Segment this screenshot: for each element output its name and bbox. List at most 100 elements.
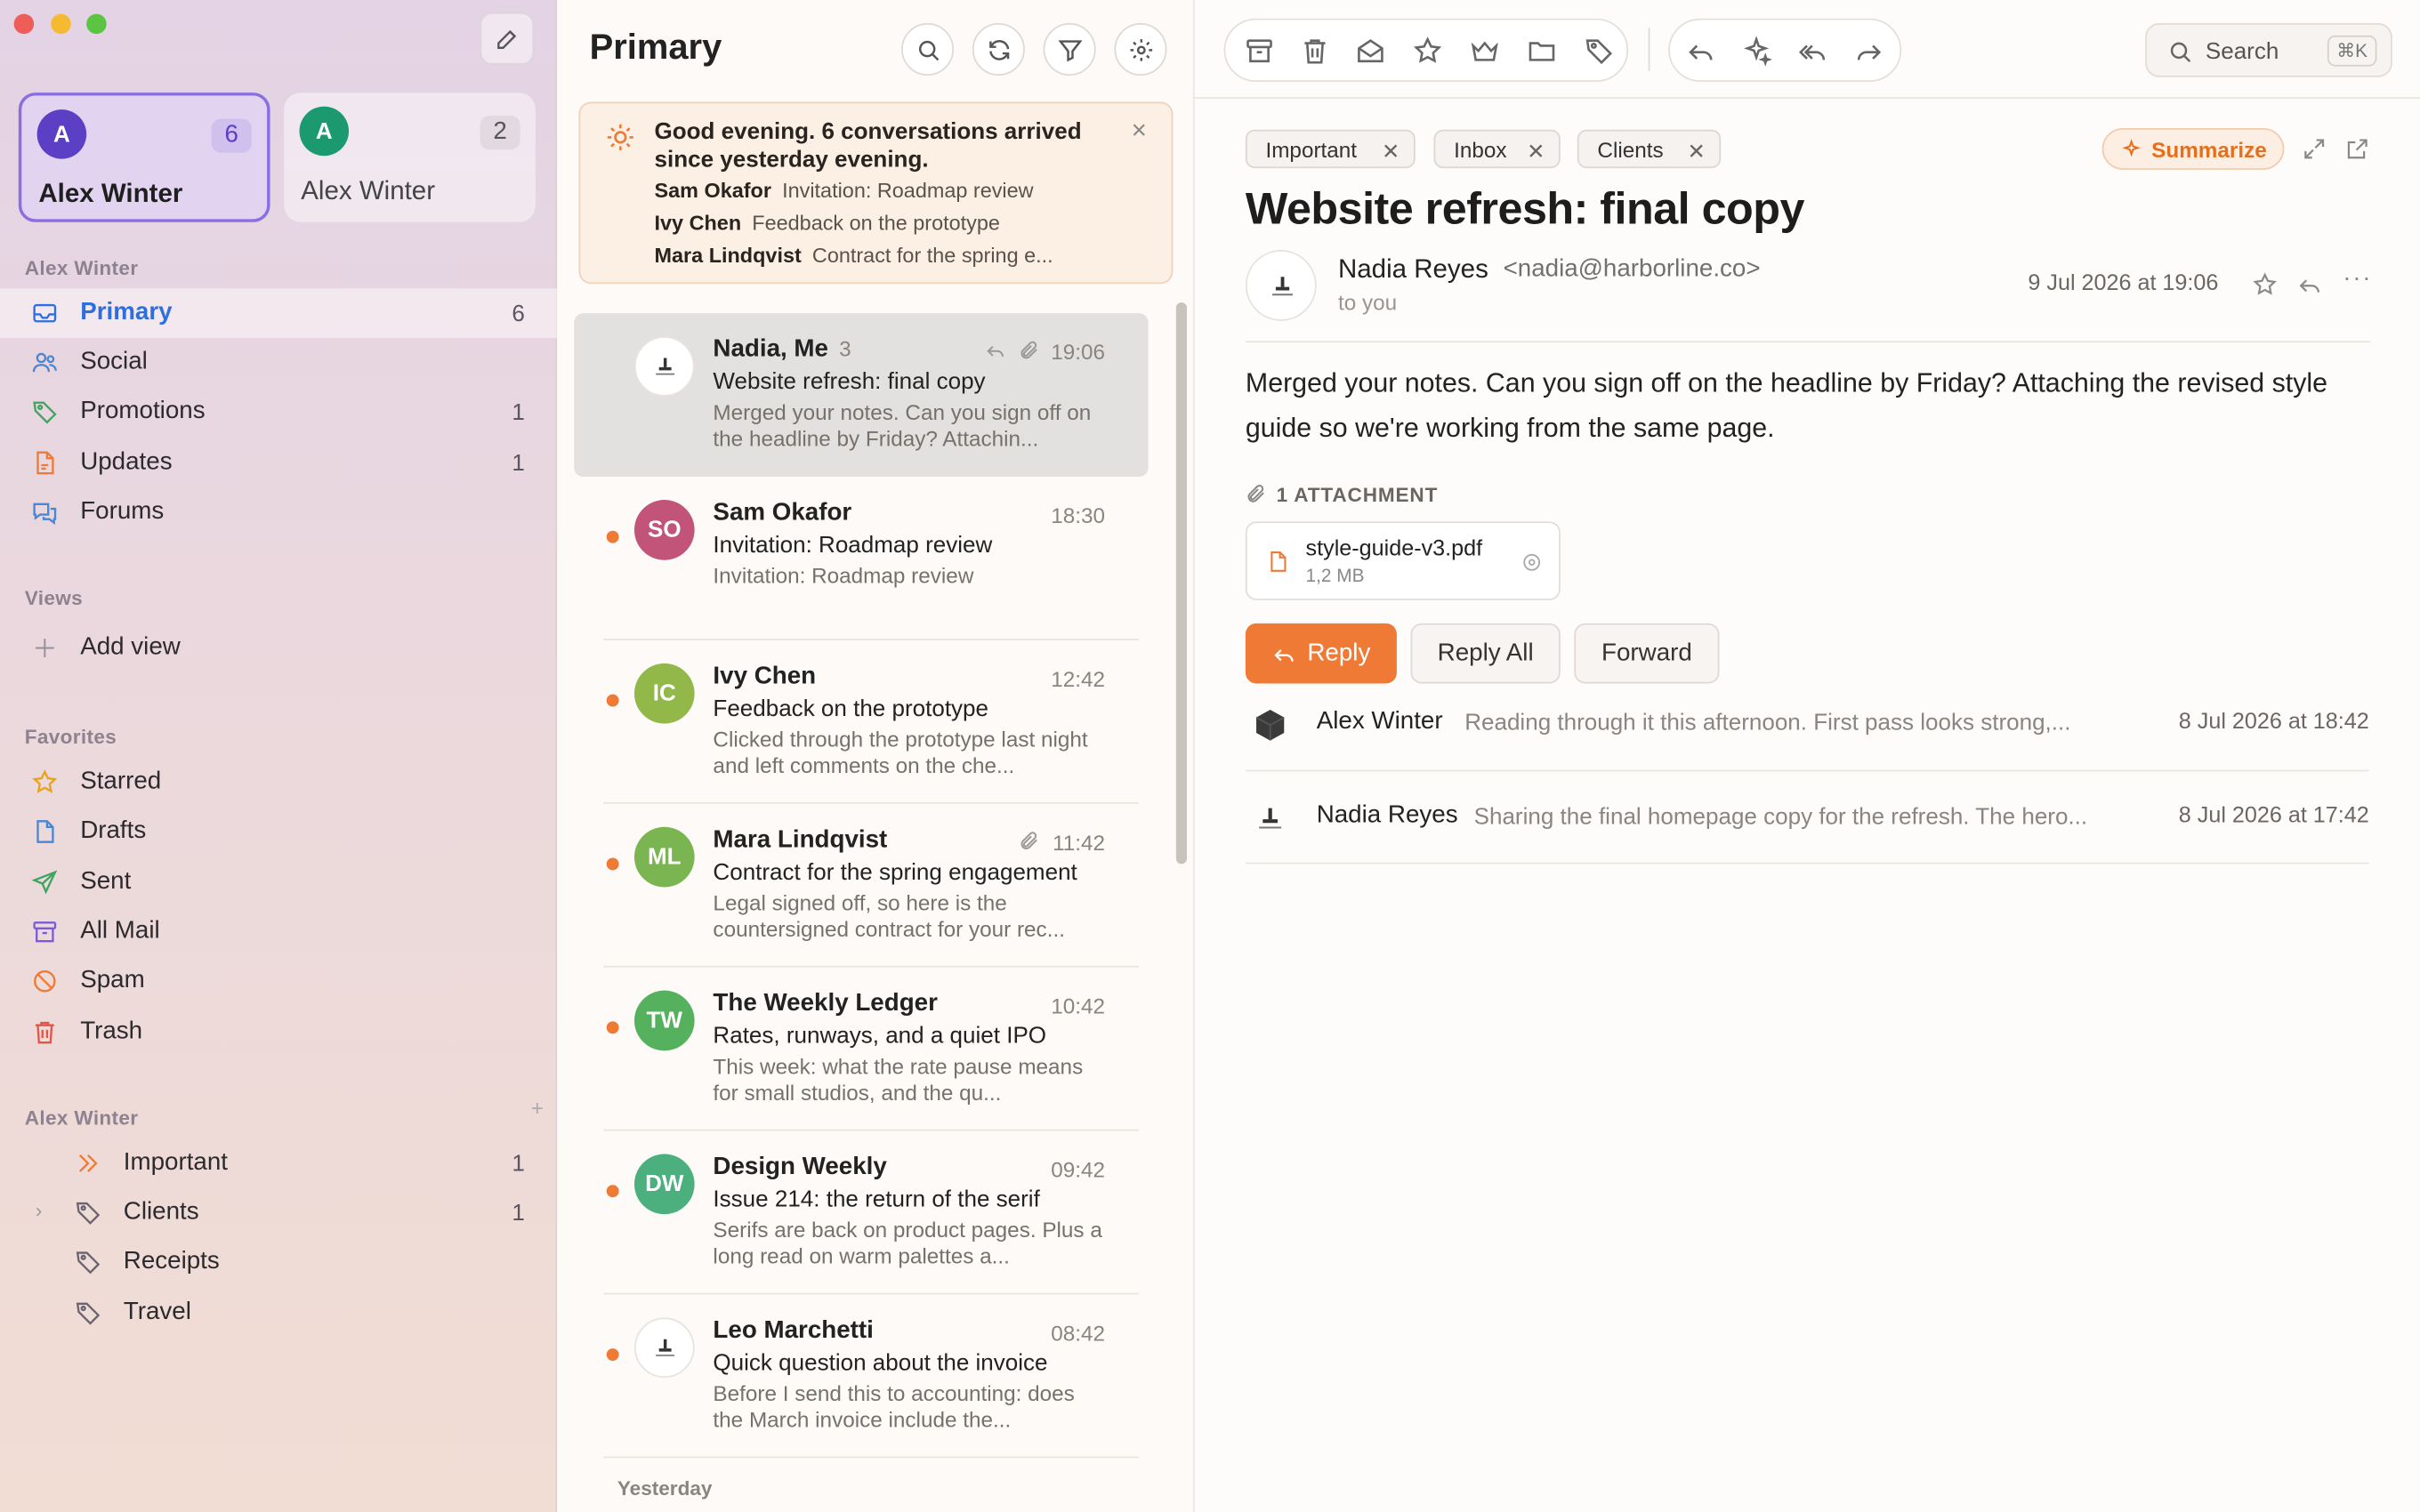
digest-row[interactable]: Sam Okafor Invitation: Roadmap review	[655, 179, 1034, 202]
remove-chip-icon[interactable]: ✕	[1382, 139, 1400, 165]
mailbox-forums[interactable]: Forums	[0, 487, 557, 537]
tag-icon	[76, 1302, 101, 1325]
mark-read-icon[interactable]	[1355, 36, 1386, 67]
message-row[interactable]: Leo Marchetti 08:42 Quick question about…	[574, 1294, 1148, 1459]
mailbox-label: Primary	[80, 299, 173, 326]
label-chip-important[interactable]: Important ✕	[1245, 129, 1416, 169]
chevrons-right-icon	[78, 1154, 98, 1172]
label-receipts[interactable]: Receipts	[0, 1237, 557, 1287]
search-shortcut: ⌘K	[2327, 35, 2377, 67]
mailbox-label: Social	[80, 349, 148, 375]
message-row[interactable]: TW The Weekly Ledger 10:42 Rates, runway…	[574, 968, 1148, 1131]
forward-icon[interactable]	[1853, 36, 1884, 67]
attachment-card[interactable]: style-guide-v3.pdf 1,2 MB	[1245, 521, 1561, 600]
compose-button[interactable]	[480, 12, 535, 65]
mailbox-primary[interactable]: Primary 6	[0, 288, 558, 338]
message-from: Ivy Chen	[713, 663, 817, 690]
search-button[interactable]	[901, 23, 955, 76]
remove-chip-icon[interactable]: ✕	[1687, 139, 1705, 165]
reader-toolbar: Search ⌘K	[1194, 0, 2420, 100]
message-preview: Legal signed off, so here is the counter…	[713, 889, 1065, 942]
harborline-logo-icon	[655, 357, 674, 374]
refresh-button[interactable]	[972, 23, 1025, 76]
reply-icon[interactable]	[1685, 36, 1716, 67]
label-important[interactable]: Important 1	[0, 1138, 557, 1188]
label-chip-inbox[interactable]: Inbox ✕	[1433, 129, 1561, 169]
add-view-button[interactable]: Add view	[0, 623, 557, 673]
thread-message-row[interactable]: Nadia Reyes Sharing the final homepage c…	[1245, 769, 2369, 863]
message-subject-heading: Website refresh: final copy	[1245, 185, 1805, 235]
favorite-drafts[interactable]: Drafts	[0, 807, 557, 857]
summarize-button[interactable]: Summarize	[2101, 127, 2285, 170]
archive-icon[interactable]	[1244, 36, 1275, 67]
account-card-1[interactable]: A 6 Alex Winter	[18, 92, 270, 222]
send-icon	[31, 870, 58, 895]
chevron-right-icon[interactable]: ›	[36, 1199, 43, 1222]
open-external-icon[interactable]	[2344, 136, 2370, 162]
message-preview: Clicked through the prototype last night…	[713, 727, 1088, 778]
tag-icon[interactable]	[1584, 36, 1615, 67]
unread-dot	[606, 1185, 619, 1198]
label-travel[interactable]: Travel	[0, 1288, 557, 1338]
message-preview: Serifs are back on product pages. Plus a…	[713, 1217, 1102, 1268]
remove-chip-icon[interactable]: ✕	[1527, 139, 1545, 165]
favorite-all-mail[interactable]: All Mail	[0, 907, 557, 957]
account-card-2[interactable]: A 2 Alex Winter	[284, 92, 536, 222]
favorite-sent[interactable]: Sent	[0, 857, 557, 907]
reply-button[interactable]: Reply	[1245, 623, 1397, 684]
message-from: Nadia, Me 3	[713, 336, 851, 363]
add-label-button[interactable]: +	[531, 1096, 544, 1121]
crown-icon[interactable]	[1469, 36, 1500, 67]
expand-icon[interactable]	[2301, 136, 2327, 162]
reply-icon[interactable]	[2296, 271, 2322, 297]
zoom-window-button[interactable]	[86, 13, 107, 35]
label-clients[interactable]: › Clients 1	[0, 1188, 557, 1238]
thread-message-row[interactable]: Alex Winter Reading through it this afte…	[1246, 678, 2369, 770]
message-body: Merged your notes. Can you sign off on t…	[1245, 366, 2328, 443]
message-row[interactable]: SO Sam Okafor 18:30 Invitation: Roadmap …	[574, 477, 1148, 640]
favorite-starred[interactable]: Starred	[0, 758, 557, 808]
forward-button[interactable]: Forward	[1574, 623, 1720, 684]
plus-icon	[35, 639, 54, 657]
filter-button[interactable]	[1043, 23, 1096, 76]
star-icon[interactable]	[1412, 36, 1443, 67]
search-field[interactable]: Search ⌘K	[2145, 23, 2392, 77]
message-row[interactable]: ML Mara Lindqvist 11:42 Contract for the…	[574, 804, 1148, 968]
mailbox-promotions[interactable]: Promotions 1	[0, 387, 557, 437]
digest-row[interactable]: Mara Lindqvist Contract for the spring e.…	[655, 244, 1053, 267]
settings-button[interactable]	[1114, 23, 1167, 76]
star-icon[interactable]	[2252, 271, 2278, 297]
message-row[interactable]: DW Design Weekly 09:42 Issue 214: the re…	[574, 1131, 1148, 1295]
more-options-icon[interactable]: ···	[2343, 265, 2372, 293]
favorite-spam[interactable]: Spam	[0, 957, 557, 1007]
sender-email: <nadia@harborline.co>	[1503, 255, 1761, 283]
sparkles-icon[interactable]	[1741, 36, 1772, 67]
trash-icon[interactable]	[1300, 36, 1331, 67]
label-name: Clients	[123, 1198, 199, 1226]
mailbox-social[interactable]: Social	[0, 338, 557, 388]
sender-avatar: IC	[633, 663, 695, 724]
close-window-button[interactable]	[13, 13, 35, 35]
sender-avatar: SO	[633, 500, 695, 560]
label-chip-clients[interactable]: Clients ✕	[1577, 129, 1722, 169]
label-name: Travel	[123, 1299, 191, 1326]
message-row[interactable]: IC Ivy Chen 12:42 Feedback on the protot…	[574, 640, 1148, 804]
favorite-trash[interactable]: Trash	[0, 1008, 557, 1058]
reply-all-button[interactable]: Reply All	[1410, 623, 1561, 684]
folder-icon[interactable]	[1527, 36, 1558, 67]
minimize-window-button[interactable]	[51, 13, 71, 35]
account-section-header: Alex Winter	[24, 255, 139, 279]
reply-all-icon[interactable]	[1798, 36, 1829, 67]
message-preview: Invitation: Roadmap review	[713, 563, 974, 588]
mailbox-updates[interactable]: Updates 1	[0, 438, 557, 488]
preview-eye-icon[interactable]	[1521, 552, 1542, 573]
list-scrollbar[interactable]	[1175, 302, 1187, 865]
search-icon	[918, 40, 939, 60]
message-from: Sam Okafor	[713, 500, 852, 527]
message-row[interactable]: Nadia, Me 3 19:06 Website refresh: final …	[574, 313, 1149, 478]
chip-label: Inbox	[1454, 136, 1507, 162]
mailbox-count: 1	[512, 449, 525, 477]
close-icon[interactable]: ×	[1132, 116, 1147, 147]
spam-icon	[34, 970, 56, 993]
digest-row[interactable]: Ivy Chen Feedback on the prototype	[655, 212, 1000, 235]
